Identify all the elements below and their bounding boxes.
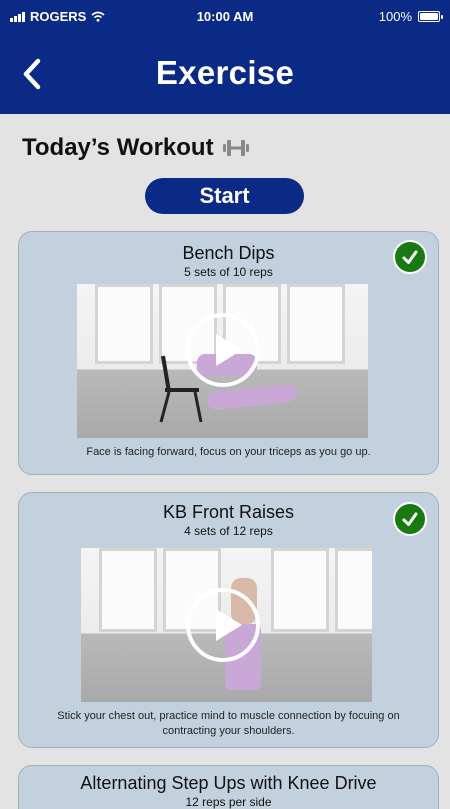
exercise-card[interactable]: KB Front Raises 4 sets of 12 reps Stick … [18, 492, 439, 748]
exercise-video-thumbnail[interactable] [81, 548, 372, 702]
exercise-title: Alternating Step Ups with Knee Drive [80, 773, 377, 793]
status-bar: ROGERS 10:00 AM 100% [0, 0, 450, 32]
play-button[interactable] [186, 313, 260, 387]
window-graphic [271, 548, 329, 632]
battery-group: 100% [378, 9, 443, 24]
exercise-title: KB Front Raises [162, 502, 295, 522]
window-graphic [335, 548, 372, 632]
exercise-title: Bench Dips [182, 243, 275, 263]
exercise-card[interactable]: Bench Dips 5 sets of 10 reps Face is fac… [18, 231, 439, 475]
window-graphic [95, 284, 153, 364]
window-graphic [287, 284, 345, 364]
exercise-card[interactable]: Alternating Step Ups with Knee Drive 12 … [18, 765, 439, 809]
workout-header: Today’s Workout [22, 134, 250, 162]
check-icon[interactable] [393, 502, 427, 536]
window-graphic [99, 548, 157, 632]
exercise-note: Stick your chest out, practice mind to m… [57, 710, 400, 737]
nav-bar: Exercise [0, 32, 450, 114]
section-title: Today’s Workout [22, 134, 214, 161]
exercise-sets: 12 reps per side [185, 795, 272, 809]
battery-label: 100% [378, 9, 412, 24]
play-button[interactable] [186, 588, 260, 662]
dumbbell-icon [222, 140, 249, 156]
exercise-sets: 5 sets of 10 reps [184, 265, 273, 279]
check-icon[interactable] [393, 240, 427, 274]
page-title: Exercise [155, 54, 295, 91]
exercise-video-thumbnail[interactable] [77, 284, 368, 438]
battery-icon [418, 11, 443, 22]
exercise-note: Face is facing forward, focus on your tr… [86, 446, 371, 458]
start-button[interactable]: Start [145, 178, 304, 214]
exercise-sets: 4 sets of 12 reps [184, 524, 273, 538]
person-graphic [206, 383, 298, 411]
